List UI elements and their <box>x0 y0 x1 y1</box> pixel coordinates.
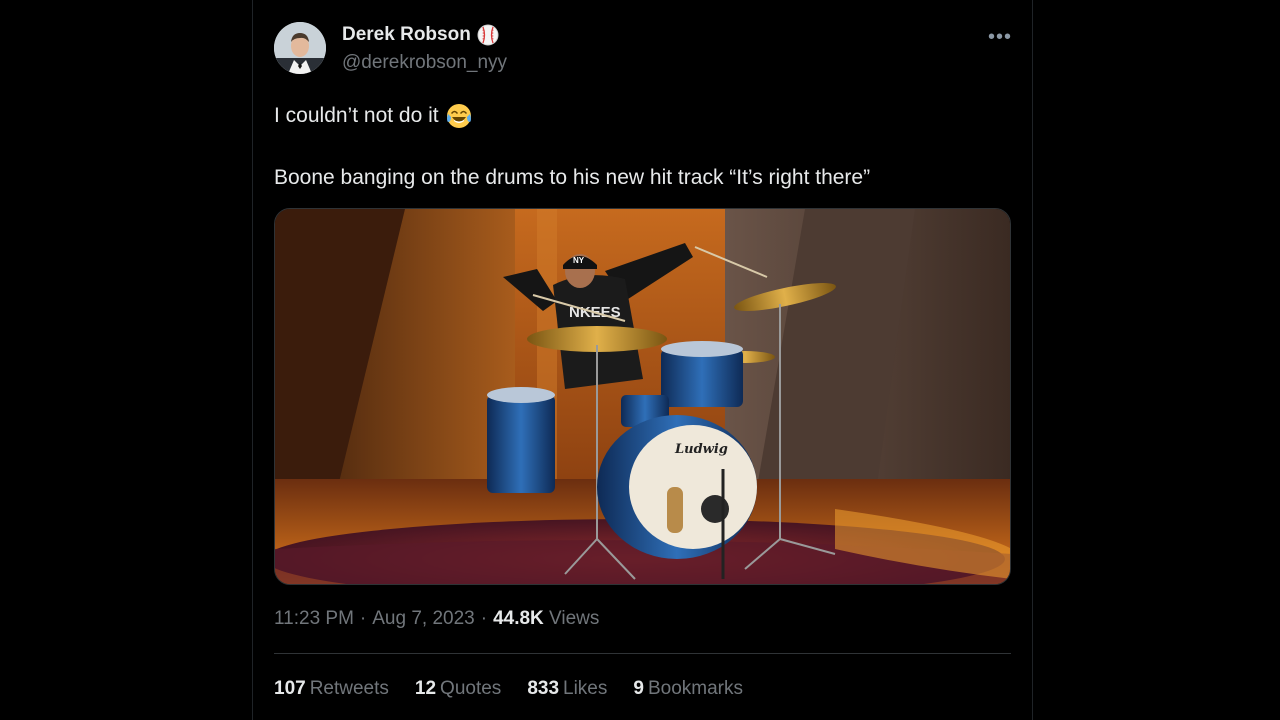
quotes-label: Quotes <box>440 678 502 699</box>
quotes-stat[interactable]: 12 Quotes <box>415 678 501 700</box>
tweet-text: I couldn’t not do it <box>274 104 439 127</box>
column-border-right <box>1032 0 1033 720</box>
tweet-date[interactable]: Aug 7, 2023 <box>372 608 474 630</box>
likes-count: 833 <box>527 678 560 699</box>
avatar-photo <box>274 22 326 74</box>
views-count: 44.8K <box>493 608 544 629</box>
tweet-media-image[interactable]: NKEES NY Ludwig <box>274 208 1011 585</box>
bookmarks-label: Bookmarks <box>647 678 743 699</box>
cap-logo: NY <box>573 256 585 265</box>
tweet-text-line-2: Boone banging on the drums to his new hi… <box>274 166 871 189</box>
avatar[interactable] <box>274 22 326 74</box>
tears-of-joy-emoji-icon <box>446 104 471 128</box>
engagement-stats: 107 Retweets 12 Quotes 833 Likes 9 Bookmarks <box>274 678 743 700</box>
tweet-metadata: 11:23 PM · Aug 7, 2023 · 44.8K Views <box>274 608 599 630</box>
retweets-stat[interactable]: 107 Retweets <box>274 678 389 700</box>
tweet-time[interactable]: 11:23 PM <box>274 608 354 630</box>
tweet-text-line-1: I couldn’t not do it <box>274 102 473 130</box>
more-horizontal-icon[interactable]: ••• <box>988 26 1012 49</box>
bookmarks-stat[interactable]: 9 Bookmarks <box>633 678 743 700</box>
meta-separator: · <box>480 608 488 629</box>
author-name[interactable]: Derek Robson <box>342 24 471 46</box>
author-handle[interactable]: @derekrobson_nyy <box>342 52 507 74</box>
author-name-row: Derek Robson <box>342 24 499 46</box>
divider <box>274 653 1011 654</box>
views-label: Views <box>549 608 600 629</box>
retweets-label: Retweets <box>309 678 389 699</box>
drummer-photo: NKEES NY Ludwig <box>275 209 1010 584</box>
baseball-icon <box>477 24 499 46</box>
meta-separator: · <box>359 608 367 629</box>
column-border-left <box>252 0 253 720</box>
retweets-count: 107 <box>274 678 306 699</box>
bookmarks-count: 9 <box>633 678 644 699</box>
drum-brand-text: Ludwig <box>674 442 728 457</box>
views-stat[interactable]: 44.8K Views <box>493 608 599 630</box>
likes-label: Likes <box>563 678 608 699</box>
likes-stat[interactable]: 833 Likes <box>527 678 607 700</box>
quotes-count: 12 <box>414 678 437 699</box>
